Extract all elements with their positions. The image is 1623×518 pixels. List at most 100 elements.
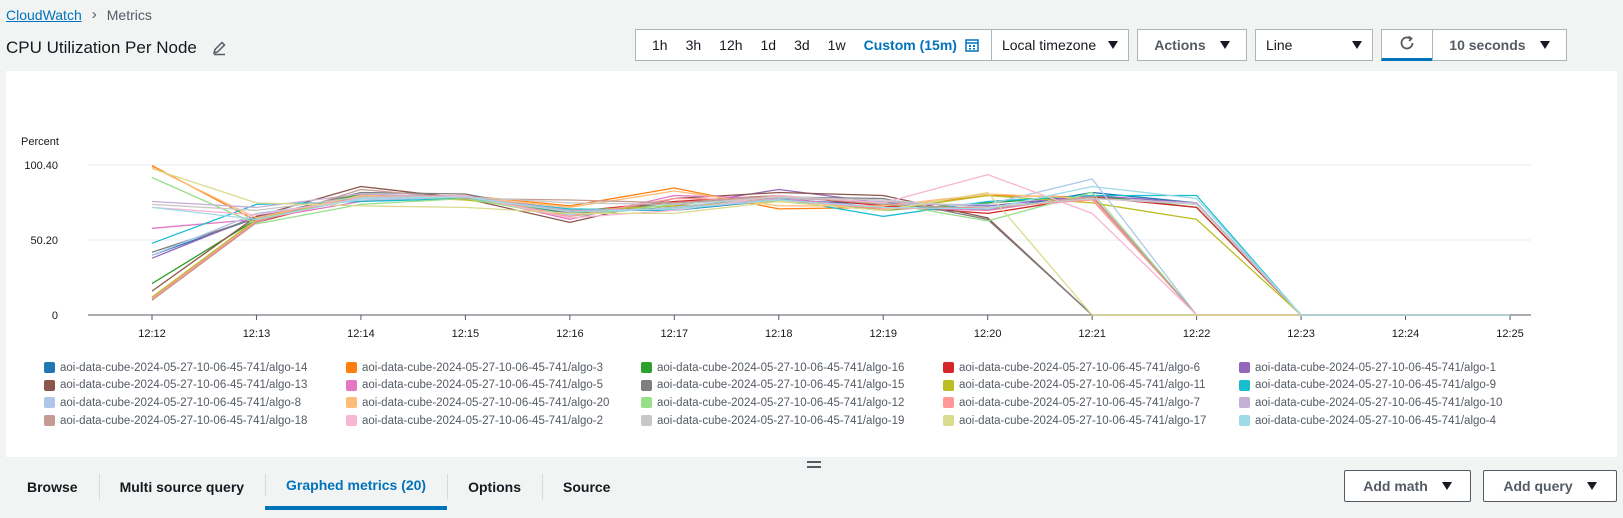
tab-graphed-metrics[interactable]: Graphed metrics (20): [265, 464, 448, 510]
legend-label: aoi-data-cube-2024-05-27-10-06-45-741/al…: [60, 396, 302, 409]
breadcrumb: CloudWatch › Metrics: [6, 6, 152, 23]
legend-swatch: [641, 397, 652, 409]
legend-item[interactable]: aoi-data-cube-2024-05-27-10-06-45-741/al…: [346, 412, 641, 430]
legend-label: aoi-data-cube-2024-05-27-10-06-45-741/al…: [362, 396, 610, 409]
add-math-button[interactable]: Add math: [1344, 470, 1471, 502]
series-line-14[interactable]: [151, 194, 1510, 316]
x-tick-label: 12:17: [661, 328, 689, 340]
series-line-4[interactable]: [151, 194, 1510, 316]
actions-button[interactable]: Actions: [1136, 29, 1247, 61]
legend-item[interactable]: aoi-data-cube-2024-05-27-10-06-45-741/al…: [943, 412, 1239, 430]
series-line-18[interactable]: [151, 196, 1510, 316]
legend-label: aoi-data-cube-2024-05-27-10-06-45-741/al…: [60, 414, 308, 427]
legend-item[interactable]: aoi-data-cube-2024-05-27-10-06-45-741/al…: [1239, 394, 1559, 412]
refresh-button[interactable]: [1380, 29, 1433, 61]
legend-item[interactable]: aoi-data-cube-2024-05-27-10-06-45-741/al…: [346, 377, 641, 395]
range-1w-button[interactable]: 1w: [828, 37, 846, 53]
legend-item[interactable]: aoi-data-cube-2024-05-27-10-06-45-741/al…: [346, 359, 641, 377]
legend-item[interactable]: aoi-data-cube-2024-05-27-10-06-45-741/al…: [641, 394, 943, 412]
breadcrumb-cloudwatch-link[interactable]: CloudWatch: [6, 7, 82, 23]
legend-label: aoi-data-cube-2024-05-27-10-06-45-741/al…: [362, 361, 604, 374]
legend-item[interactable]: aoi-data-cube-2024-05-27-10-06-45-741/al…: [44, 359, 346, 377]
y-tick-label: 0: [52, 310, 58, 322]
chart-panel: Percent 0 50.20 100.40 12:12 12:13 12:14 12:15…: [6, 71, 1617, 457]
legend-item[interactable]: aoi-data-cube-2024-05-27-10-06-45-741/al…: [44, 377, 346, 395]
caret-down-icon: [1539, 41, 1550, 49]
pencil-icon[interactable]: [211, 40, 227, 56]
legend-label: aoi-data-cube-2024-05-27-10-06-45-741/al…: [959, 396, 1201, 409]
legend-item[interactable]: aoi-data-cube-2024-05-27-10-06-45-741/al…: [1239, 359, 1559, 377]
timezone-value: Local timezone: [1001, 37, 1097, 53]
legend-item[interactable]: aoi-data-cube-2024-05-27-10-06-45-741/al…: [1239, 412, 1559, 430]
y-axis-label: Percent: [21, 136, 59, 148]
timezone-select[interactable]: Local timezone: [990, 29, 1129, 61]
legend-item[interactable]: aoi-data-cube-2024-05-27-10-06-45-741/al…: [943, 394, 1239, 412]
y-tick-label: 50.20: [30, 235, 58, 247]
series-line-7[interactable]: [151, 194, 1510, 316]
legend-item[interactable]: aoi-data-cube-2024-05-27-10-06-45-741/al…: [1239, 377, 1559, 395]
caret-down-icon: [1219, 41, 1230, 49]
legend-swatch: [1239, 362, 1250, 374]
drag-handle-icon[interactable]: [807, 461, 821, 468]
range-custom-button[interactable]: Custom (15m): [864, 37, 957, 53]
legend-swatch: [943, 397, 954, 409]
x-tick-label: 12:19: [869, 328, 897, 340]
tab-multi-source-query[interactable]: Multi source query: [98, 464, 265, 510]
y-tick-label: 100.40: [24, 160, 58, 172]
legend-item[interactable]: aoi-data-cube-2024-05-27-10-06-45-741/al…: [641, 377, 943, 395]
legend-label: aoi-data-cube-2024-05-27-10-06-45-741/al…: [657, 379, 905, 392]
legend-item[interactable]: aoi-data-cube-2024-05-27-10-06-45-741/al…: [44, 412, 346, 430]
x-tick-label: 12:23: [1287, 328, 1315, 340]
legend-item[interactable]: aoi-data-cube-2024-05-27-10-06-45-741/al…: [346, 394, 641, 412]
add-query-label: Add query: [1503, 478, 1573, 494]
chart-legend: aoi-data-cube-2024-05-27-10-06-45-741/al…: [44, 359, 1604, 429]
series-line-15[interactable]: [151, 193, 1510, 316]
line-chart: Percent 0 50.20 100.40 12:12 12:13 12:14 12:15…: [21, 136, 1531, 340]
series-line-12[interactable]: [151, 166, 1510, 316]
graph-type-select[interactable]: Line: [1254, 29, 1373, 61]
series-line-9[interactable]: [151, 194, 1510, 316]
legend-item[interactable]: aoi-data-cube-2024-05-27-10-06-45-741/al…: [943, 377, 1239, 395]
range-1d-button[interactable]: 1d: [761, 37, 777, 53]
legend-label: aoi-data-cube-2024-05-27-10-06-45-741/al…: [362, 414, 604, 427]
series-line-1[interactable]: [151, 191, 1510, 316]
legend-label: aoi-data-cube-2024-05-27-10-06-45-741/al…: [657, 361, 905, 374]
add-query-button[interactable]: Add query: [1483, 470, 1617, 502]
x-tick-label: 12:13: [243, 328, 271, 340]
tab-options[interactable]: Options: [447, 464, 542, 510]
legend-item[interactable]: aoi-data-cube-2024-05-27-10-06-45-741/al…: [943, 359, 1239, 377]
legend-swatch: [641, 415, 652, 427]
add-math-label: Add math: [1363, 478, 1428, 494]
x-tick-label: 12:16: [556, 328, 584, 340]
tab-source[interactable]: Source: [542, 464, 631, 510]
series-line-10[interactable]: [151, 194, 1510, 316]
range-3d-button[interactable]: 3d: [794, 37, 810, 53]
caret-down-icon: [1586, 482, 1597, 490]
legend-swatch: [1239, 379, 1250, 391]
range-12h-button[interactable]: 12h: [719, 37, 742, 53]
tab-browse[interactable]: Browse: [6, 464, 99, 510]
calendar-icon[interactable]: [965, 38, 979, 52]
x-tick-label: 12:24: [1392, 328, 1420, 340]
legend-swatch: [346, 397, 357, 409]
legend-swatch: [346, 415, 357, 427]
legend-label: aoi-data-cube-2024-05-27-10-06-45-741/al…: [657, 396, 905, 409]
legend-item[interactable]: aoi-data-cube-2024-05-27-10-06-45-741/al…: [641, 412, 943, 430]
legend-label: aoi-data-cube-2024-05-27-10-06-45-741/al…: [657, 414, 905, 427]
legend-swatch: [346, 362, 357, 374]
x-tick-label: 12:15: [452, 328, 480, 340]
x-tick-label: 12:12: [138, 328, 166, 340]
x-tick-label: 12:18: [765, 328, 793, 340]
refresh-interval-value: 10 seconds: [1449, 37, 1526, 53]
legend-item[interactable]: aoi-data-cube-2024-05-27-10-06-45-741/al…: [641, 359, 943, 377]
breadcrumb-current: Metrics: [106, 6, 152, 23]
range-1h-button[interactable]: 1h: [652, 37, 668, 53]
series-line-3[interactable]: [151, 193, 1510, 316]
legend-swatch: [44, 362, 55, 374]
range-3h-button[interactable]: 3h: [686, 37, 702, 53]
refresh-interval-select[interactable]: 10 seconds: [1431, 29, 1567, 61]
legend-item[interactable]: aoi-data-cube-2024-05-27-10-06-45-741/al…: [44, 394, 346, 412]
legend-swatch: [641, 362, 652, 374]
legend-swatch: [44, 397, 55, 409]
series-line-8[interactable]: [151, 191, 1510, 316]
